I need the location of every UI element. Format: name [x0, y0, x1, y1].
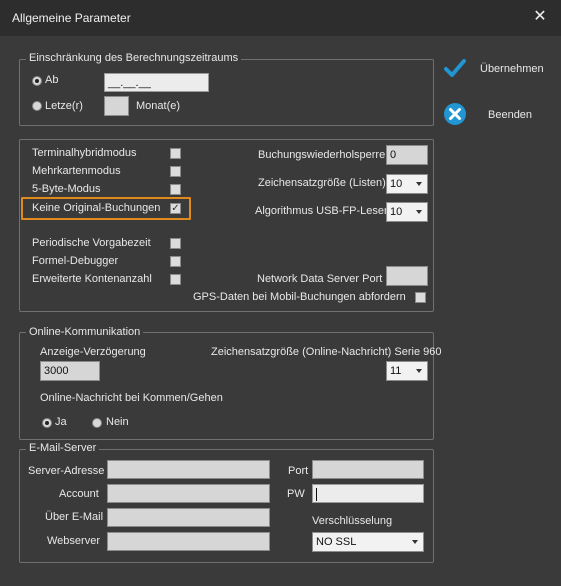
algo-usb-value: 10	[390, 206, 403, 218]
chevron-down-icon	[416, 210, 422, 214]
online-font-size-select[interactable]: 11	[386, 361, 428, 381]
option-checkbox[interactable]	[170, 148, 181, 159]
online-message-label: Online-Nachricht bei Kommen/Gehen	[40, 392, 223, 404]
network-port-field[interactable]	[386, 266, 428, 286]
font-size-list-value: 10	[390, 178, 403, 190]
letzte-label: Letze(r)	[45, 100, 83, 112]
ja-label: Ja	[55, 416, 67, 428]
email-legend: E-Mail-Server	[26, 442, 100, 454]
chevron-down-icon	[416, 369, 422, 373]
booking-repeat-field[interactable]: 0	[386, 145, 428, 165]
letzte-radio[interactable]	[32, 101, 42, 111]
text-cursor	[316, 487, 317, 501]
cancel-icon	[444, 103, 466, 125]
exit-button[interactable]: Beenden	[440, 100, 545, 128]
gps-label: GPS-Daten bei Mobil-Buchungen abfordern	[193, 291, 406, 303]
encryption-select[interactable]: NO SSL	[312, 532, 424, 552]
window-title: Allgemeine Parameter	[12, 11, 131, 25]
encryption-label: Verschlüsselung	[312, 515, 393, 527]
option-label: Keine Original-Buchungen	[32, 202, 161, 214]
server-label: Server-Adresse	[28, 465, 105, 477]
ab-label: Ab	[45, 74, 59, 86]
option-label: Formel-Debugger	[32, 255, 119, 267]
delay-label: Anzeige-Verzögerung	[40, 346, 146, 358]
nein-label: Nein	[106, 416, 129, 428]
chevron-down-icon	[412, 540, 418, 544]
option-checkbox[interactable]	[170, 256, 181, 267]
option-label: Periodische Vorgabezeit	[32, 237, 151, 249]
period-group	[19, 59, 434, 126]
font-size-list-select[interactable]: 10	[386, 174, 428, 194]
letzte-months-field[interactable]	[104, 96, 129, 116]
option-checkbox[interactable]: ✓	[170, 203, 181, 214]
nein-radio[interactable]	[92, 418, 102, 428]
gps-checkbox[interactable]	[415, 292, 426, 303]
port-field[interactable]	[312, 460, 424, 479]
option-label: 5-Byte-Modus	[32, 183, 101, 195]
webserver-field[interactable]	[107, 532, 270, 551]
server-field[interactable]	[107, 460, 270, 479]
option-label: Mehrkartenmodus	[32, 165, 121, 177]
algo-usb-label: Algorithmus USB-FP-Leser	[255, 205, 388, 217]
apply-label: Übernehmen	[480, 63, 544, 75]
ab-date-field[interactable]: __.__.__	[104, 73, 209, 92]
delay-field[interactable]: 3000	[40, 361, 100, 381]
font-size-list-label: Zeichensatzgröße (Listen)	[258, 177, 386, 189]
option-label: Erweiterte Kontenanzahl	[32, 273, 152, 285]
ja-radio[interactable]	[42, 418, 52, 428]
via-email-field[interactable]	[107, 508, 270, 527]
port-label: Port	[288, 465, 309, 477]
account-label: Account	[59, 488, 99, 500]
monat-label: Monat(e)	[136, 100, 181, 112]
webserver-label: Webserver	[47, 535, 100, 547]
ab-radio[interactable]	[32, 76, 42, 86]
apply-button[interactable]: Übernehmen	[440, 56, 545, 82]
close-icon[interactable]: ✕	[532, 8, 548, 26]
checkmark-icon	[444, 59, 466, 77]
online-legend: Online-Kommunikation	[26, 326, 144, 338]
title-bar: Allgemeine Parameter ✕	[0, 0, 561, 36]
exit-label: Beenden	[488, 109, 533, 121]
option-checkbox[interactable]	[170, 238, 181, 249]
online-font-size-label: Zeichensatzgröße (Online-Nachricht) Seri…	[211, 346, 442, 358]
chevron-down-icon	[416, 182, 422, 186]
via-email-label: Über E-Mail	[45, 511, 104, 523]
period-legend: Einschränkung des Berechnungszeitraums	[26, 52, 242, 64]
booking-repeat-label: Buchungswiederholsperre	[258, 149, 386, 161]
pw-label: PW	[287, 488, 305, 500]
option-label: Terminalhybridmodus	[32, 147, 137, 159]
option-checkbox[interactable]	[170, 274, 181, 285]
online-font-size-value: 11	[390, 365, 402, 377]
option-checkbox[interactable]	[170, 166, 181, 177]
option-checkbox[interactable]	[170, 184, 181, 195]
account-field[interactable]	[107, 484, 270, 503]
encryption-value: NO SSL	[316, 536, 357, 548]
algo-usb-select[interactable]: 10	[386, 202, 428, 222]
pw-field[interactable]	[312, 484, 424, 503]
network-port-label: Network Data Server Port	[257, 273, 383, 285]
